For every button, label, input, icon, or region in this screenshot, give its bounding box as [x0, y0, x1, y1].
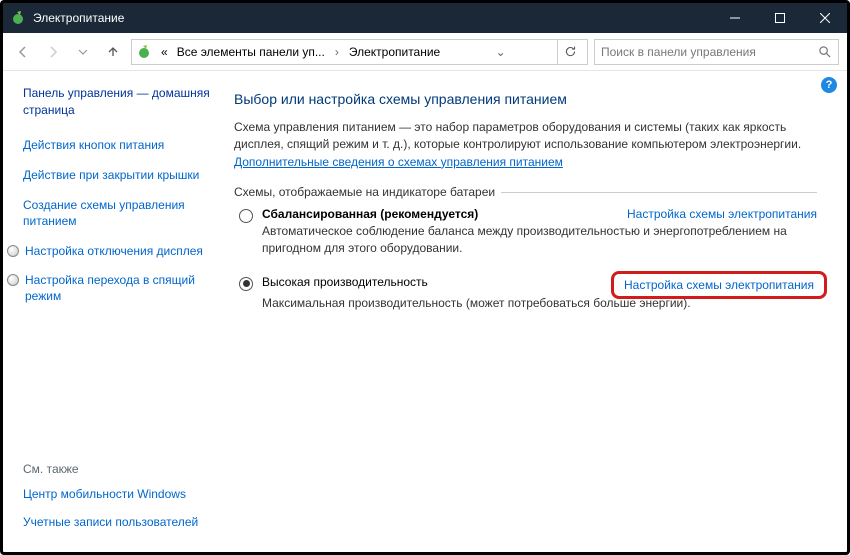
breadcrumb-item-all[interactable]: Все элементы панели уп... [173, 43, 329, 61]
sidebar-link-display-off[interactable]: Настройка отключения дисплея [25, 243, 203, 259]
search-icon [816, 44, 832, 60]
help-icon[interactable]: ? [821, 77, 837, 93]
plan-balanced-settings-link[interactable]: Настройка схемы электропитания [627, 207, 817, 221]
sidebar-link-sleep[interactable]: Настройка перехода в спящий режим [25, 272, 210, 304]
group-label: Схемы, отображаемые на индикаторе батаре… [234, 185, 817, 199]
bullet-icon [7, 245, 19, 257]
radio-high-performance[interactable] [239, 277, 253, 291]
breadcrumb-item-power[interactable]: Электропитание [345, 43, 444, 61]
sidebar-link-create-plan[interactable]: Создание схемы управления питанием [23, 197, 210, 229]
breadcrumb[interactable]: « Все элементы панели уп... › Электропит… [131, 39, 588, 65]
content-area: ? Панель управления — домашняя страница … [3, 71, 847, 552]
plan-high-performance: Высокая производительность Настройка схе… [234, 275, 817, 326]
plan-balanced-desc: Автоматическое соблюдение баланса между … [262, 223, 817, 257]
radio-balanced[interactable] [239, 209, 253, 223]
see-also-mobility[interactable]: Центр мобильности Windows [23, 486, 210, 502]
title-bar: Электропитание [3, 3, 847, 33]
page-description: Схема управления питанием — это набор па… [234, 119, 817, 171]
chevron-right-icon[interactable]: › [330, 45, 344, 59]
description-text: Схема управления питанием — это набор па… [234, 120, 801, 151]
breadcrumb-icon [136, 43, 154, 61]
search-placeholder: Поиск в панели управления [601, 45, 816, 59]
back-button[interactable] [11, 40, 35, 64]
sidebar: Панель управления — домашняя страница Де… [3, 71, 216, 552]
nav-bar: « Все элементы панели уп... › Электропит… [3, 33, 847, 71]
plan-high-performance-name[interactable]: Высокая производительность [262, 275, 617, 289]
more-info-link[interactable]: Дополнительные сведения о схемах управле… [234, 155, 563, 169]
see-also-accounts[interactable]: Учетные записи пользователей [23, 514, 210, 530]
plan-balanced: Сбалансированная (рекомендуется) Настрой… [234, 207, 817, 271]
breadcrumb-prefix[interactable]: « [157, 43, 172, 61]
forward-button [41, 40, 65, 64]
sidebar-link-power-buttons[interactable]: Действия кнопок питания [23, 137, 210, 153]
page-heading: Выбор или настройка схемы управления пит… [234, 91, 817, 107]
search-input[interactable]: Поиск в панели управления [594, 39, 839, 65]
app-icon [11, 10, 27, 26]
minimize-button[interactable] [712, 3, 757, 33]
sidebar-link-lid-close[interactable]: Действие при закрытии крышки [23, 167, 210, 183]
maximize-button[interactable] [757, 3, 802, 33]
bullet-icon [7, 274, 19, 286]
close-button[interactable] [802, 3, 847, 33]
plan-balanced-name[interactable]: Сбалансированная (рекомендуется) [262, 207, 623, 221]
plan-high-performance-desc: Максимальная производительность (может п… [262, 295, 817, 312]
recent-dropdown[interactable] [71, 40, 95, 64]
chevron-down-icon[interactable]: ⌄ [491, 45, 511, 59]
main-panel: Выбор или настройка схемы управления пит… [216, 71, 847, 552]
plans-group: Схемы, отображаемые на индикаторе батаре… [234, 185, 817, 325]
up-button[interactable] [101, 40, 125, 64]
window-title: Электропитание [33, 11, 712, 25]
sidebar-home-link[interactable]: Панель управления — домашняя страница [23, 85, 210, 119]
refresh-button[interactable] [557, 40, 583, 64]
see-also-header: См. также [23, 462, 210, 476]
